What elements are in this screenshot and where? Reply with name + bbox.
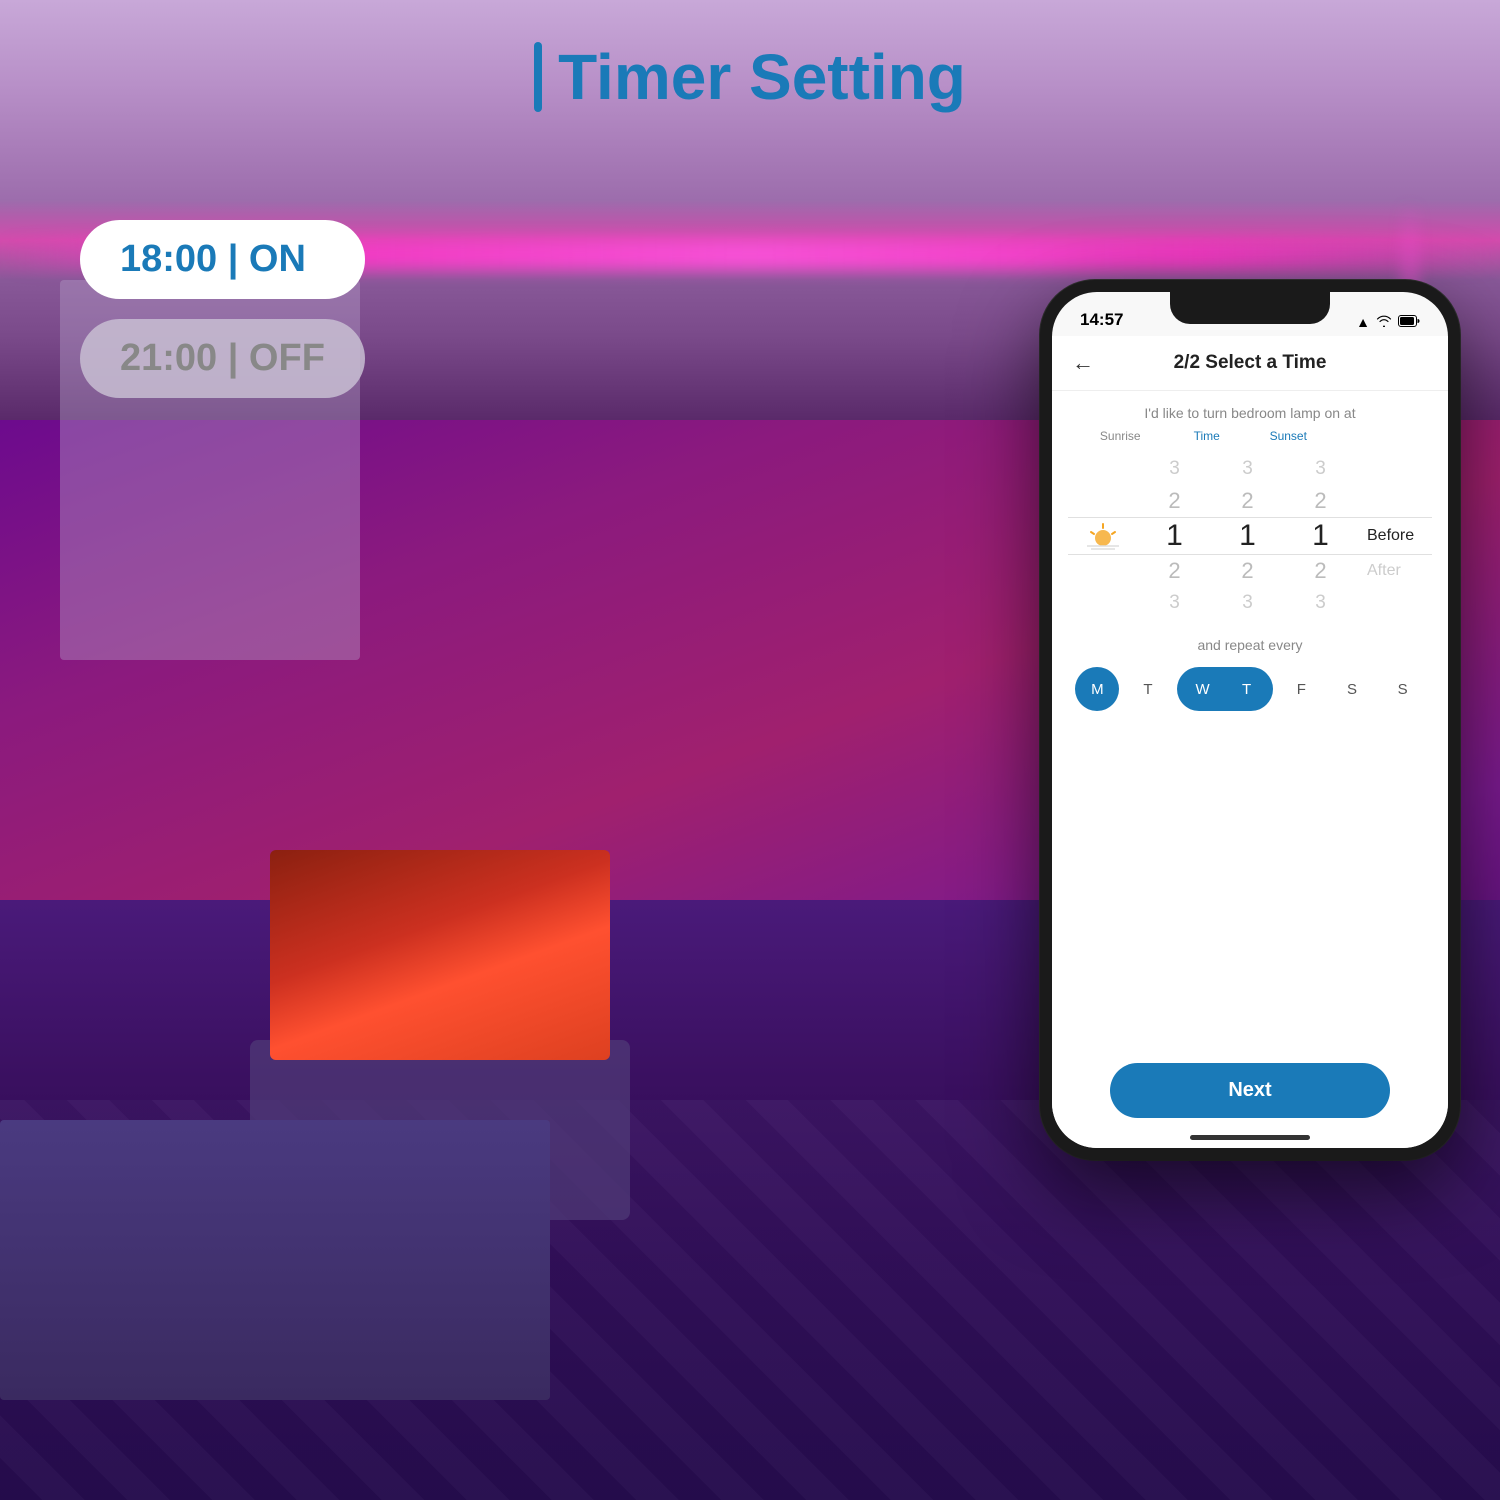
picker-val: 2 (1168, 555, 1180, 587)
picker-col-3: 3 2 1 2 3 (1284, 453, 1357, 619)
sunrise-col (1068, 453, 1138, 619)
picker-val: 2 (1241, 555, 1253, 587)
picker-val: 2 (1314, 555, 1326, 587)
phone-screen: 14:57 ▲ (1052, 292, 1448, 1148)
picker-val: 2 (1314, 485, 1326, 517)
timer-on-label: 18:00 | ON (120, 238, 306, 281)
day-friday[interactable]: F (1279, 667, 1323, 711)
picker-val: 3 (1315, 587, 1326, 619)
picker-val: 2 (1241, 485, 1253, 517)
picker-labels: Sunrise Time Sunset (1068, 427, 1432, 445)
picker-val-selected: 1 (1166, 517, 1183, 555)
picker-val-selected: 1 (1239, 517, 1256, 555)
phone-notch (1170, 292, 1330, 324)
picker-cols: 3 2 1 2 3 3 2 1 2 (1068, 453, 1432, 619)
day-monday[interactable]: M (1075, 667, 1119, 711)
phone-mockup: 14:57 ▲ (1040, 280, 1460, 1160)
battery-icon (1398, 314, 1420, 330)
sunset-label: Sunset (1270, 429, 1307, 443)
screen-title: 2/2 Select a Time (1174, 352, 1327, 374)
day-label: S (1347, 681, 1357, 698)
timer-off-pill: 21:00 | OFF (80, 319, 365, 398)
sofa-bed (0, 1120, 550, 1400)
picker-col-1: 3 2 1 2 3 (1138, 453, 1211, 619)
day-label: F (1297, 681, 1306, 698)
tv-display (270, 850, 610, 1060)
sunrise-label: Sunrise (1100, 429, 1141, 443)
sunrise-icon (1087, 517, 1119, 555)
picker-val: 3 (1169, 453, 1180, 485)
days-row: M T W T (1072, 667, 1428, 711)
picker-val: 3 (1315, 453, 1326, 485)
day-label: T (1143, 681, 1152, 698)
app-content: ← 2/2 Select a Time I'd like to turn bed… (1052, 336, 1448, 1148)
page-title: Timer Setting (558, 40, 966, 114)
before-after-col: Before After (1367, 453, 1432, 619)
page-title-area: Timer Setting (0, 40, 1500, 114)
day-tuesday[interactable]: T (1126, 667, 1170, 711)
picker-val: 3 (1242, 453, 1253, 485)
next-button[interactable]: Next (1110, 1063, 1390, 1118)
signal-icon: ▲ (1356, 314, 1370, 330)
phone-outer-shell: 14:57 ▲ (1040, 280, 1460, 1160)
subtitle-text: I'd like to turn bedroom lamp on at (1052, 391, 1448, 427)
timer-off-label: 21:00 | OFF (120, 337, 325, 380)
day-label: T (1242, 681, 1251, 698)
picker-val: 3 (1242, 587, 1253, 619)
picker-col-2: 3 2 1 2 3 (1211, 453, 1284, 619)
app-header: ← 2/2 Select a Time (1052, 336, 1448, 391)
picker-rows: 3 2 1 2 3 3 2 1 2 (1068, 449, 1432, 623)
picker-val-selected: 1 (1312, 517, 1329, 555)
status-icons: ▲ (1356, 314, 1420, 330)
status-time: 14:57 (1080, 310, 1123, 330)
repeat-section: and repeat every M T W (1052, 623, 1448, 719)
time-picker-container: Sunrise Time Sunset (1052, 427, 1448, 623)
back-button[interactable]: ← (1072, 350, 1094, 376)
day-sunday[interactable]: S (1381, 667, 1425, 711)
before-option[interactable]: Before (1367, 517, 1414, 555)
day-thursday[interactable]: T (1225, 667, 1269, 711)
day-label: W (1196, 681, 1210, 698)
day-saturday[interactable]: S (1330, 667, 1374, 711)
timer-pills-container: 18:00 | ON 21:00 | OFF (80, 220, 365, 398)
repeat-label: and repeat every (1072, 637, 1428, 653)
home-indicator (1190, 1135, 1310, 1140)
title-accent-bar (534, 42, 542, 112)
next-button-wrapper: Next (1052, 719, 1448, 1148)
timer-on-pill: 18:00 | ON (80, 220, 365, 299)
day-wednesday[interactable]: W (1181, 667, 1225, 711)
picker-val: 3 (1169, 587, 1180, 619)
days-wt-pill[interactable]: W T (1177, 667, 1273, 711)
after-option[interactable]: After (1367, 555, 1401, 587)
picker-val: 2 (1168, 485, 1180, 517)
day-label: M (1091, 681, 1104, 698)
tv-screen (270, 850, 610, 1060)
day-label: S (1398, 681, 1408, 698)
time-label: Time (1194, 429, 1220, 443)
wifi-icon (1376, 314, 1392, 330)
